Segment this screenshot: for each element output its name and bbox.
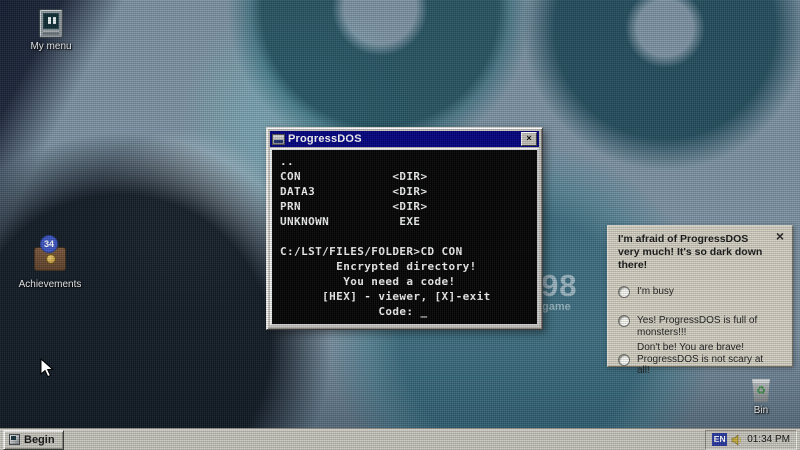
- computer-screen: [43, 13, 59, 29]
- window-titlebar[interactable]: ProgressDOS ×: [270, 131, 539, 147]
- option-label[interactable]: I'm busy: [637, 286, 777, 298]
- taskbar-clock[interactable]: 01:34 PM: [747, 434, 790, 445]
- terminal-output: .. CON <DIR> DATA3 <DIR> PRN <DIR> UNKNO…: [280, 154, 529, 319]
- companion-dialog: × I'm afraid of ProgressDOS very much! I…: [607, 225, 793, 367]
- my-menu-computer-icon: [39, 9, 63, 38]
- desktop-icon-achievements[interactable]: 34 Achievements: [12, 238, 88, 290]
- desktop: r98 UI game My menu 34 Achievements ♻ Bi…: [0, 0, 800, 450]
- dialog-option-monsters[interactable]: Yes! ProgressDOS is full of monsters!!!: [618, 315, 782, 338]
- language-indicator[interactable]: EN: [712, 433, 727, 446]
- system-tray: EN 01:34 PM: [705, 430, 797, 450]
- close-button[interactable]: ×: [521, 132, 537, 146]
- desktop-icon-my-menu[interactable]: My menu: [22, 9, 80, 52]
- dialog-option-busy[interactable]: I'm busy: [618, 286, 782, 298]
- dos-terminal[interactable]: .. CON <DIR> DATA3 <DIR> PRN <DIR> UNKNO…: [270, 148, 539, 326]
- progressdos-window: ProgressDOS × .. CON <DIR> DATA3 <DIR> P…: [266, 127, 543, 330]
- taskbar: Begin EN 01:34 PM: [0, 428, 800, 450]
- begin-button[interactable]: Begin: [3, 430, 64, 450]
- icon-label: My menu: [22, 41, 80, 52]
- recycle-bin-icon: ♻: [751, 379, 771, 402]
- desktop-icon-bin[interactable]: ♻ Bin: [734, 379, 788, 416]
- recycle-icon: ♻: [751, 384, 771, 398]
- dialog-option-brave[interactable]: Don't be! You are brave! ProgressDOS is …: [618, 342, 782, 377]
- begin-logo-icon: [9, 434, 20, 445]
- radio-button[interactable]: [618, 354, 630, 366]
- radio-button[interactable]: [618, 315, 630, 327]
- medal-icon: [46, 254, 56, 264]
- window-title: ProgressDOS: [288, 133, 518, 145]
- dialog-question: I'm afraid of ProgressDOS very much! It'…: [618, 233, 770, 272]
- radio-button[interactable]: [618, 286, 630, 298]
- achievements-count-badge: 34: [40, 235, 58, 253]
- ms-dos-icon: [272, 134, 285, 145]
- icon-label: Achievements: [12, 279, 88, 290]
- mouse-cursor: [40, 358, 54, 384]
- option-label[interactable]: Don't be! You are brave! ProgressDOS is …: [637, 342, 777, 377]
- speaker-icon[interactable]: [731, 434, 743, 446]
- begin-label: Begin: [24, 434, 55, 446]
- icon-label: Bin: [734, 405, 788, 416]
- close-icon[interactable]: ×: [776, 230, 784, 243]
- option-label[interactable]: Yes! ProgressDOS is full of monsters!!!: [637, 315, 777, 338]
